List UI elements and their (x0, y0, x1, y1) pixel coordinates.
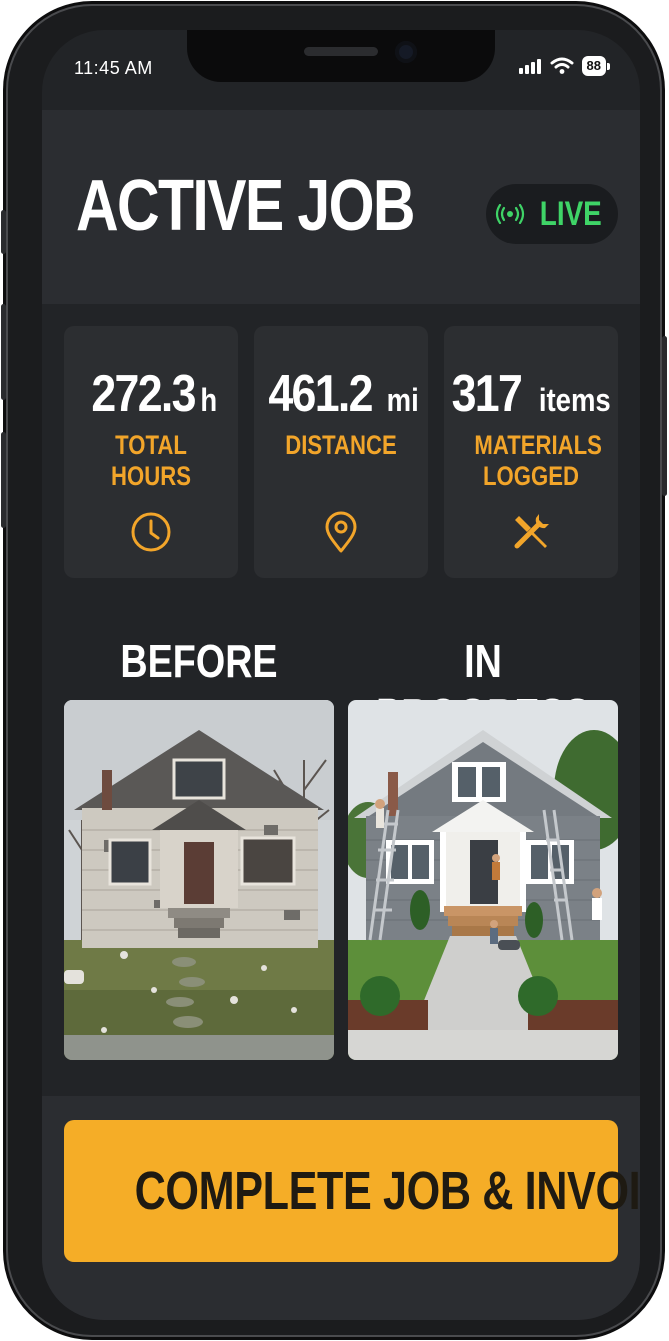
phone-frame: 11:45 AM 88 ACTIVE JOB LIVE 272.3 h TOTA… (1, 4, 667, 1337)
earpiece-speaker (304, 47, 378, 56)
complete-job-invoice-button[interactable]: COMPLETE JOB & INVOICE (64, 1120, 640, 1262)
volume-up-button (1, 304, 6, 400)
page-header: ACTIVE JOB LIVE (42, 110, 640, 304)
status-time: 11:45 AM (74, 58, 153, 78)
stat-card-materials-logged[interactable]: 317 items MATERIALS LOGGED (444, 326, 618, 578)
progress-house-image (348, 700, 618, 1060)
battery-level: 88 (581, 56, 606, 76)
live-badge: LIVE (486, 184, 618, 244)
stat-label: DISTANCE (285, 430, 397, 460)
before-house-image (64, 700, 334, 1060)
page-title: ACTIVE JOB (76, 166, 416, 246)
before-photo[interactable] (64, 700, 334, 1060)
stat-label: TOTAL HOURS (111, 430, 191, 491)
stat-value: 272.3 h (64, 364, 238, 424)
clock-icon (131, 512, 171, 552)
live-label: LIVE (540, 194, 602, 233)
stat-unit: mi (387, 382, 420, 418)
volume-down-button (1, 432, 6, 528)
in-progress-photo[interactable] (348, 700, 618, 1060)
stat-card-total-hours[interactable]: 272.3 h TOTAL HOURS (64, 326, 238, 578)
wifi-icon (550, 57, 574, 74)
stat-label: MATERIALS LOGGED (474, 430, 602, 491)
stat-value: 461.2 mi (254, 364, 428, 424)
status-indicators: 88 (518, 56, 610, 76)
stat-number: 461.2 (268, 365, 374, 423)
before-photo-label: BEFORE (120, 635, 278, 687)
screen: 11:45 AM 88 ACTIVE JOB LIVE 272.3 h TOTA… (42, 30, 640, 1320)
stat-card-distance[interactable]: 461.2 mi DISTANCE (254, 326, 428, 578)
broadcast-icon (496, 204, 525, 224)
stat-value: 317 items (444, 364, 618, 424)
power-button (662, 336, 667, 496)
location-pin-icon (325, 511, 357, 553)
stat-unit: h (200, 382, 218, 418)
front-camera (395, 41, 417, 63)
complete-job-invoice-label: COMPLETE JOB & INVOICE (134, 1161, 640, 1221)
mute-switch (1, 210, 6, 254)
tools-icon (514, 514, 549, 549)
battery-cap (607, 62, 610, 70)
stat-number: 317 (451, 365, 522, 423)
notch (187, 30, 495, 82)
stat-unit: items (538, 382, 611, 418)
signal-icon (518, 59, 541, 74)
stat-number: 272.3 (91, 365, 197, 423)
